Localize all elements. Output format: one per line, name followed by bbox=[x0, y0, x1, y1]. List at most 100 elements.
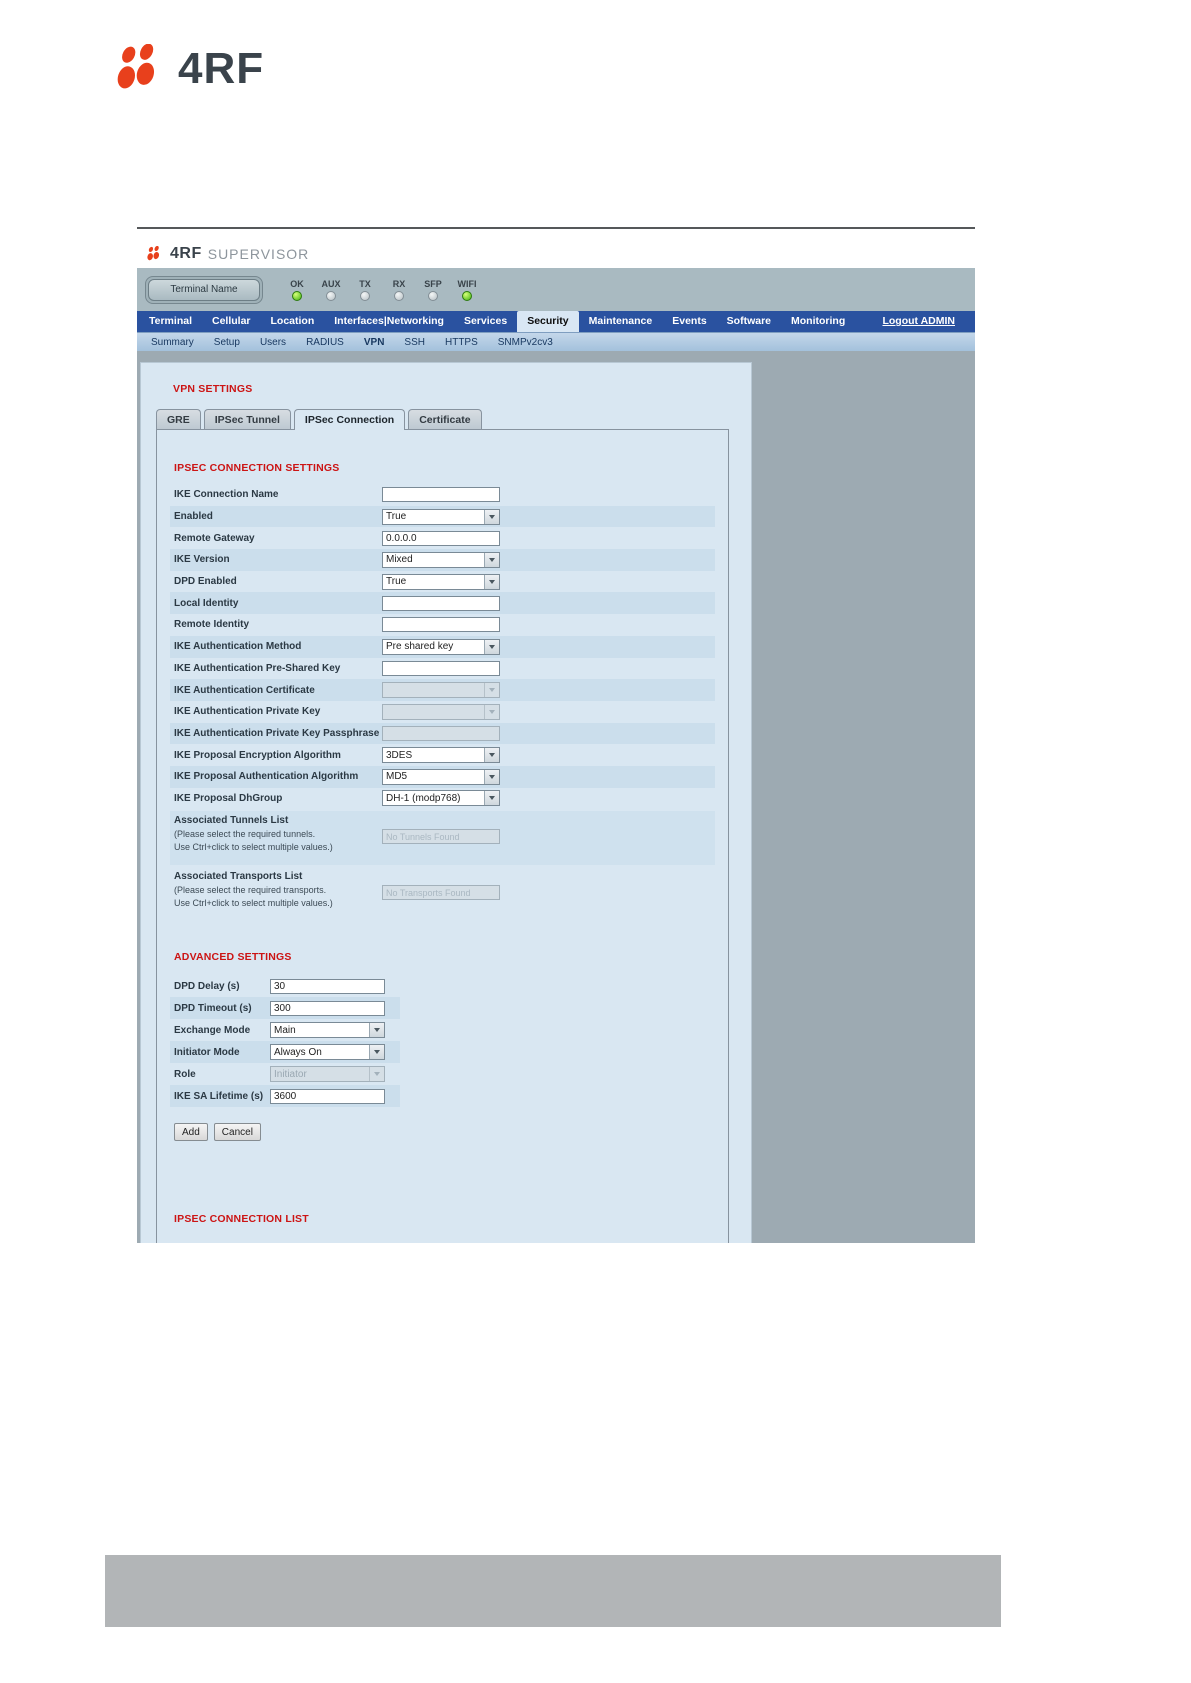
field-label: DPD Delay (s) bbox=[174, 980, 240, 992]
dpd-timeout-input[interactable] bbox=[270, 1000, 385, 1016]
chevron-down-icon bbox=[369, 1067, 384, 1082]
tab-certificate[interactable]: Certificate bbox=[408, 409, 482, 429]
tab-ipsec-tunnel[interactable]: IPSec Tunnel bbox=[203, 409, 291, 429]
form-row: Local Identity bbox=[170, 592, 715, 615]
field-label: Remote Identity bbox=[174, 619, 250, 631]
cancel-button[interactable]: Cancel bbox=[213, 1123, 261, 1142]
ike-preshared-key-input[interactable] bbox=[382, 660, 500, 676]
form-row: IKE Authentication Method Pre shared key bbox=[170, 635, 715, 658]
add-button[interactable]: Add bbox=[174, 1123, 208, 1142]
chevron-down-icon[interactable] bbox=[484, 574, 499, 589]
tab-ipsec-connection[interactable]: IPSec Connection bbox=[293, 409, 406, 430]
form-row: IKE Connection Name bbox=[170, 484, 715, 506]
brand-text: 4RF bbox=[178, 44, 265, 93]
led-label: TX bbox=[359, 278, 371, 289]
form-row: IKE Proposal Encryption Algorithm 3DES bbox=[170, 744, 715, 766]
submenu-radius[interactable]: RADIUS bbox=[296, 337, 354, 348]
select-value: Mixed bbox=[386, 554, 413, 566]
chevron-down-icon[interactable] bbox=[484, 769, 499, 784]
tab-gre[interactable]: GRE bbox=[156, 409, 201, 429]
form-row: IKE Proposal DhGroup DH-1 (modp768) bbox=[170, 788, 715, 810]
associated-tunnels-row: Associated Tunnels List (Please select t… bbox=[170, 811, 715, 866]
field-note: Use Ctrl+click to select multiple values… bbox=[174, 898, 333, 909]
associated-transports-row: Associated Transports List (Please selec… bbox=[170, 867, 715, 922]
ike-dhgroup-select[interactable]: DH-1 (modp768) bbox=[382, 790, 500, 807]
form-row: IKE Authentication Certificate bbox=[170, 679, 715, 701]
chevron-down-icon[interactable] bbox=[484, 552, 499, 567]
submenu-vpn[interactable]: VPN bbox=[354, 337, 395, 348]
field-label: Remote Gateway bbox=[174, 532, 255, 544]
form-row: Remote Gateway bbox=[170, 527, 715, 549]
col-index: Index bbox=[210, 1242, 235, 1243]
vpn-tabs: GRE IPSec Tunnel IPSec Connection Certif… bbox=[156, 409, 751, 430]
ike-sa-lifetime-input[interactable] bbox=[270, 1088, 385, 1104]
col-ike-version: IKE Version bbox=[416, 1242, 469, 1243]
logout-link[interactable]: Logout ADMIN bbox=[872, 311, 965, 332]
submenu-users[interactable]: Users bbox=[250, 337, 296, 348]
tunnels-listbox: No Tunnels Found bbox=[382, 829, 500, 845]
submenu-setup[interactable]: Setup bbox=[204, 337, 250, 348]
field-label: IKE Authentication Private Key Passphras… bbox=[174, 727, 380, 739]
menu-interfaces-networking[interactable]: Interfaces|Networking bbox=[324, 311, 454, 332]
menu-security[interactable]: Security bbox=[517, 311, 579, 332]
chevron-down-icon[interactable] bbox=[484, 509, 499, 524]
menu-location[interactable]: Location bbox=[261, 311, 325, 332]
ike-auth-method-select[interactable]: Pre shared key bbox=[382, 638, 500, 655]
submenu-snmp[interactable]: SNMPv2cv3 bbox=[488, 337, 563, 348]
ike-version-select[interactable]: Mixed bbox=[382, 551, 500, 568]
chevron-down-icon[interactable] bbox=[369, 1045, 384, 1060]
initiator-mode-select[interactable]: Always On bbox=[270, 1044, 385, 1061]
form-row: DPD Timeout (s) bbox=[170, 997, 400, 1020]
app-header: 4RF SUPERVISOR bbox=[137, 240, 975, 268]
form-row: Remote Identity bbox=[170, 614, 715, 636]
menu-software[interactable]: Software bbox=[717, 311, 781, 332]
menu-maintenance[interactable]: Maintenance bbox=[579, 311, 663, 332]
local-identity-input[interactable] bbox=[382, 595, 500, 611]
submenu-ssh[interactable]: SSH bbox=[394, 337, 435, 348]
menu-terminal[interactable]: Terminal bbox=[139, 311, 202, 332]
4rf-logo-icon bbox=[117, 44, 155, 89]
menu-monitoring[interactable]: Monitoring bbox=[781, 311, 855, 332]
remote-identity-input[interactable] bbox=[382, 617, 500, 633]
led-aux: AUX bbox=[319, 279, 343, 301]
form-row: Role Initiator bbox=[170, 1063, 400, 1085]
menu-cellular[interactable]: Cellular bbox=[202, 311, 261, 332]
menu-events[interactable]: Events bbox=[662, 311, 716, 332]
form-row: Enabled True bbox=[170, 505, 715, 528]
chevron-down-icon[interactable] bbox=[369, 1023, 384, 1038]
ike-auth-certificate-select bbox=[382, 682, 500, 699]
submenu-summary[interactable]: Summary bbox=[141, 337, 204, 348]
transports-listbox: No Transports Found bbox=[382, 885, 500, 901]
led-wifi-dot bbox=[462, 290, 472, 301]
terminal-name-button[interactable]: Terminal Name bbox=[148, 278, 260, 301]
submenu-https[interactable]: HTTPS bbox=[435, 337, 488, 348]
ike-connection-name-input[interactable] bbox=[382, 487, 500, 503]
chevron-down-icon[interactable] bbox=[484, 748, 499, 763]
field-label: DPD Timeout (s) bbox=[174, 1002, 252, 1014]
field-label: IKE Authentication Private Key bbox=[174, 706, 321, 718]
form-row: DPD Enabled True bbox=[170, 571, 715, 593]
led-label: OK bbox=[290, 278, 304, 289]
exchange-mode-select[interactable]: Main bbox=[270, 1022, 385, 1039]
chevron-down-icon[interactable] bbox=[484, 639, 499, 654]
led-tx: TX bbox=[353, 279, 377, 301]
connection-list-title: IPSEC CONNECTION LIST bbox=[174, 1213, 309, 1226]
select-value: True bbox=[386, 576, 407, 588]
select-value: Always On bbox=[274, 1046, 322, 1058]
ike-encryption-algorithm-select[interactable]: 3DES bbox=[382, 747, 500, 764]
enabled-select[interactable]: True bbox=[382, 508, 500, 525]
led-ok: OK bbox=[285, 279, 309, 301]
form-row: IKE Authentication Private Key bbox=[170, 701, 715, 723]
menu-services[interactable]: Services bbox=[454, 311, 517, 332]
dpd-enabled-select[interactable]: True bbox=[382, 573, 500, 590]
col-connection-name: Connection Name bbox=[243, 1242, 324, 1243]
form-row: IKE Version Mixed bbox=[170, 549, 715, 571]
remote-gateway-input[interactable] bbox=[382, 530, 500, 546]
chevron-down-icon[interactable] bbox=[484, 791, 499, 806]
ike-auth-algorithm-select[interactable]: MD5 bbox=[382, 768, 500, 785]
dpd-delay-input[interactable] bbox=[270, 978, 385, 994]
col-select: Select bbox=[174, 1242, 202, 1243]
col-status: Status bbox=[683, 1242, 712, 1243]
form-row: IKE Authentication Private Key Passphras… bbox=[170, 722, 715, 745]
led-ok-dot bbox=[292, 290, 302, 301]
